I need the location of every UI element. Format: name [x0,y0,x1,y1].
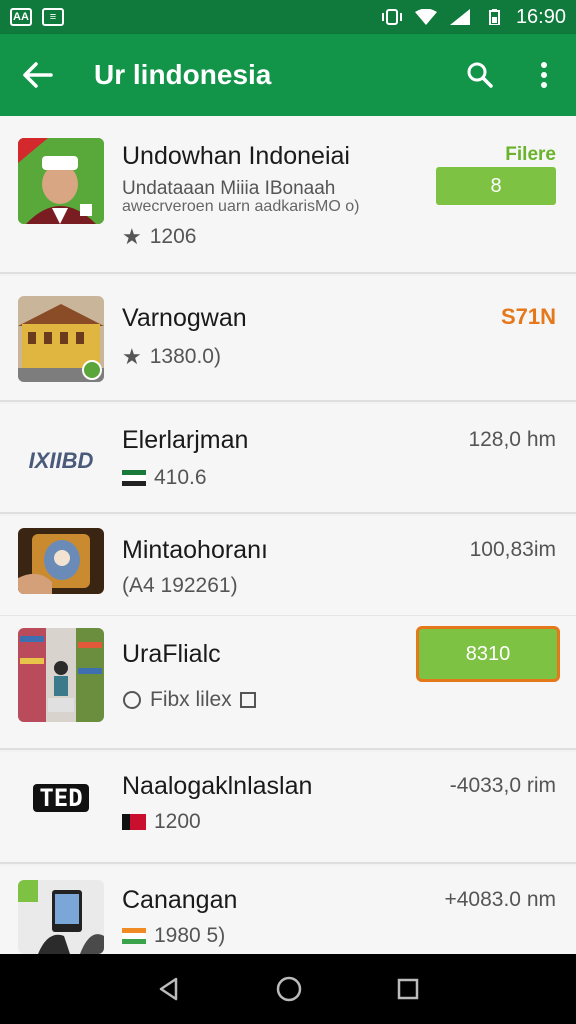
more-vert-icon [541,62,547,88]
item-rating: ★ 1380.0) [122,344,221,370]
rating-value: 1206 [149,225,197,248]
search-icon [467,62,493,88]
battery-icon [488,9,500,25]
radio-icon [123,691,141,709]
notification-b-icon: ≡ [42,8,64,26]
meta-value: 1980 5) [154,924,226,947]
item-title: Canangan [122,886,238,914]
list-item[interactable]: Canangan 1980 5) +4083.0 nm [0,866,576,954]
item-title: UraFlialc [122,640,221,668]
item-title: Mintaohoranı [122,536,268,564]
price-button[interactable]: 8310 [416,626,560,682]
back-arrow-icon [23,62,53,88]
logo-text: IXIIBD [28,448,94,473]
item-distance: 128,0 hm [468,428,556,451]
logo-text: TED [33,784,89,812]
vibrate-icon [381,9,402,25]
signal-icon [449,9,470,25]
app-list: Undowhan Indoneiai Undataaan Miiia IBona… [0,116,576,954]
meta-value: 1200 [154,810,201,833]
list-item[interactable]: IXIIBD Elerlarjman 410.6 128,0 hm [0,404,576,514]
item-thumbnail [18,138,104,224]
item-meta: (A4 192261) [122,574,238,597]
item-meta: 1980 5) [122,924,225,948]
list-item[interactable]: TED Naalogaklnlaslan 1200 -4033,0 rim [0,752,576,864]
status-bar: AA ≡ 16:90 [0,0,576,34]
item-title: Naalogaklnlaslan [122,772,313,800]
item-meta: 1200 [122,810,201,834]
item-thumbnail [18,628,104,722]
rating-value: 1380.0) [149,345,221,368]
flag-icon [122,470,146,486]
item-rating: ★ 1206 [122,224,196,250]
recents-square-icon[interactable] [396,977,420,1001]
item-logo: TED [18,778,104,818]
list-item[interactable]: Mintaohoranı (A4 192261) 100,83im [0,516,576,616]
checkbox-icon[interactable] [239,692,256,708]
item-thumbnail [18,528,104,594]
item-distance: 100,83im [469,538,556,561]
star-icon: ★ [122,344,142,369]
star-icon: ★ [122,224,142,249]
meta-value: Fibx lilex [150,688,232,711]
wifi-icon [414,9,437,25]
system-nav-bar [0,954,576,1024]
item-title: Elerlarjman [122,426,249,454]
item-distance: +4083.0 nm [444,888,556,911]
status-time: 16:90 [515,5,566,28]
home-circle-icon[interactable] [275,975,303,1003]
flag-icon [122,814,146,830]
flag-icon [122,928,146,944]
item-thumbnail [18,296,104,382]
item-title: Varnogwan [122,304,247,332]
item-description: awecrveroen uarn aadkarisMO o) [122,198,360,215]
search-button[interactable] [448,34,512,116]
back-button[interactable] [0,34,76,116]
page-title: Ur lindonesia [94,59,272,90]
back-triangle-icon[interactable] [156,976,182,1002]
list-item[interactable]: Varnogwan ★ 1380.0) S71N [0,276,576,402]
item-distance: -4033,0 rim [449,774,556,797]
filter-label: Filere [505,144,556,165]
item-meta: Fibx lilex [122,688,256,712]
list-item[interactable]: UraFlialc Fibx lilex 8310 [0,616,576,750]
list-item[interactable]: Undowhan Indoneiai Undataaan Miiia IBona… [0,116,576,274]
install-button[interactable]: 8 [436,167,556,205]
item-price: S71N [500,304,556,329]
item-title: Undowhan Indoneiai [122,142,350,170]
app-bar: Ur lindonesia [0,34,576,116]
meta-value: 410.6 [154,466,207,489]
notification-a-icon: AA [10,8,32,26]
item-meta: 410.6 [122,466,207,490]
more-options-button[interactable] [512,34,576,116]
item-logo: IXIIBD [18,418,104,504]
item-subtitle: Undataaan Miiia IBonaah [122,178,336,199]
item-thumbnail [18,880,104,954]
